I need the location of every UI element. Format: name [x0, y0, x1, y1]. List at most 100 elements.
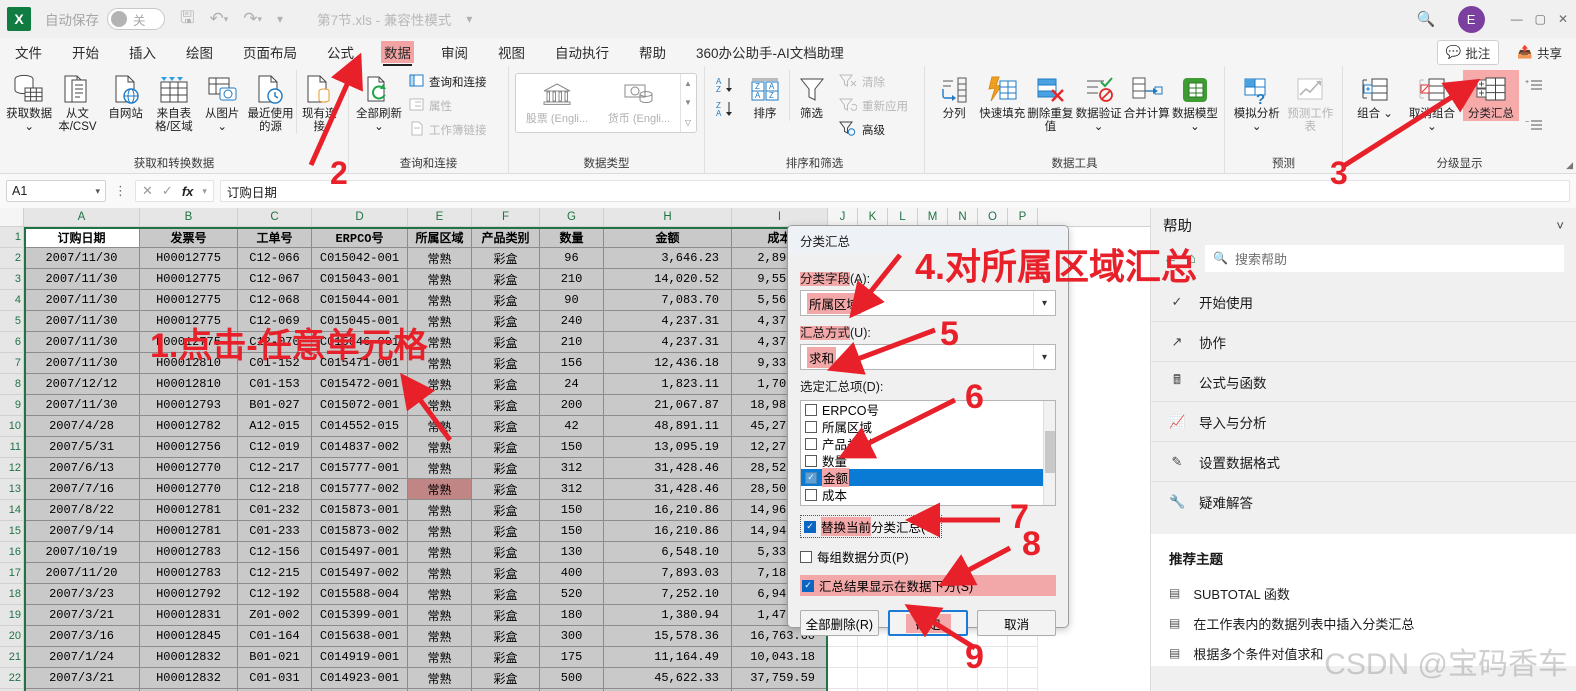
avatar[interactable]: E	[1457, 5, 1485, 33]
cell-D7[interactable]: C015471-001	[312, 353, 408, 374]
get-data-button[interactable]: 获取数据 ⌄	[6, 70, 52, 134]
cell-F17[interactable]: 彩盒	[472, 563, 540, 584]
row-header-1[interactable]: 1	[0, 227, 24, 248]
tab-view[interactable]: 视图	[495, 41, 528, 63]
cell-D21[interactable]: C014919-001	[312, 647, 408, 668]
row-header-6[interactable]: 6	[0, 332, 24, 353]
subtotal-dialog[interactable]: 分类汇总 分类字段(A): 所属区域 ▾ 汇总方式(U): 求和 ▾ 选定汇总项…	[787, 225, 1069, 636]
group-button[interactable]: 组合 ⌄	[1349, 70, 1401, 121]
cell-A19[interactable]: 2007/3/21	[24, 605, 140, 626]
cell-J21[interactable]	[828, 647, 858, 668]
cell-D5[interactable]: C015045-001	[312, 311, 408, 332]
data-validation-button[interactable]: 数据验证 ⌄	[1076, 70, 1122, 134]
cell-H15[interactable]: 16,210.86	[604, 521, 732, 542]
cell-D15[interactable]: C015873-002	[312, 521, 408, 542]
from-web-button[interactable]: 自网站	[103, 70, 149, 121]
cell-M22[interactable]	[918, 668, 948, 689]
cell-I21[interactable]: 10,043.18	[732, 647, 828, 668]
column-header-I[interactable]: I	[732, 208, 828, 226]
cell-B9[interactable]: H00012793	[140, 395, 238, 416]
cell-E5[interactable]: 常熟	[408, 311, 472, 332]
cell-D13[interactable]: C015777-002	[312, 479, 408, 500]
tab-help[interactable]: 帮助	[636, 41, 669, 63]
cell-E7[interactable]: 常熟	[408, 353, 472, 374]
cell-J22[interactable]	[828, 668, 858, 689]
cell-H8[interactable]: 1,823.11	[604, 374, 732, 395]
cell-E15[interactable]: 常熟	[408, 521, 472, 542]
row-header-2[interactable]: 2	[0, 248, 24, 269]
help-item-get-started[interactable]: ✓ 开始使用	[1151, 282, 1576, 322]
cell-D19[interactable]: C015399-001	[312, 605, 408, 626]
cell-A7[interactable]: 2007/11/30	[24, 353, 140, 374]
subtotal-button[interactable]: 分类汇总	[1463, 70, 1519, 121]
cell-A4[interactable]: 2007/11/30	[24, 290, 140, 311]
cell-F22[interactable]: 彩盒	[472, 668, 540, 689]
cell-C10[interactable]: A12-015	[238, 416, 312, 437]
scroll-more-icon[interactable]: ▽	[681, 113, 695, 132]
cell-G8[interactable]: 24	[540, 374, 604, 395]
cell-H2[interactable]: 3,646.23	[604, 248, 732, 269]
tab-data[interactable]: 数据	[381, 41, 414, 66]
cell-B3[interactable]: H00012775	[140, 269, 238, 290]
checkbox[interactable]	[805, 488, 817, 501]
cell-C1[interactable]: 工单号	[238, 227, 312, 248]
column-header-A[interactable]: A	[24, 208, 140, 226]
list-item[interactable]: ERPCO号	[801, 401, 1055, 418]
cell-M21[interactable]	[918, 647, 948, 668]
cell-E16[interactable]: 常熟	[408, 542, 472, 563]
scrollbar-thumb[interactable]	[1045, 431, 1055, 473]
data-model-button[interactable]: 数据模型 ⌄	[1172, 70, 1218, 134]
cell-O21[interactable]	[978, 647, 1008, 668]
cell-C12[interactable]: C12-217	[238, 458, 312, 479]
cell-E12[interactable]: 常熟	[408, 458, 472, 479]
from-text-csv-button[interactable]: 从文本/CSV	[54, 70, 100, 134]
cell-N21[interactable]	[948, 647, 978, 668]
cell-A10[interactable]: 2007/4/28	[24, 416, 140, 437]
cell-E1[interactable]: 所属区域	[408, 227, 472, 248]
list-item[interactable]: 数量	[801, 452, 1055, 469]
flash-fill-button[interactable]: 快速填充	[979, 70, 1025, 121]
cell-B11[interactable]: H00012756	[140, 437, 238, 458]
autosave-toggle[interactable]: 关	[107, 8, 165, 30]
column-header-O[interactable]: O	[978, 208, 1008, 226]
sort-button[interactable]: ZAAZ 排序	[743, 70, 787, 121]
cell-D11[interactable]: C014837-002	[312, 437, 408, 458]
select-all-corner[interactable]	[0, 208, 24, 226]
cell-F4[interactable]: 彩盒	[472, 290, 540, 311]
cell-C4[interactable]: C12-068	[238, 290, 312, 311]
checkbox[interactable]	[805, 403, 817, 416]
cell-D4[interactable]: C015044-001	[312, 290, 408, 311]
cell-L21[interactable]	[888, 647, 918, 668]
row-header-17[interactable]: 17	[0, 563, 24, 584]
cell-H10[interactable]: 48,891.11	[604, 416, 732, 437]
cell-H5[interactable]: 4,237.31	[604, 311, 732, 332]
cell-D20[interactable]: C015638-001	[312, 626, 408, 647]
cell-D1[interactable]: ERPCO号	[312, 227, 408, 248]
redo-icon[interactable]: ↷ ▾	[243, 9, 262, 29]
cell-F8[interactable]: 彩盒	[472, 374, 540, 395]
cell-N22[interactable]	[948, 668, 978, 689]
cell-C22[interactable]: C01-031	[238, 668, 312, 689]
cell-F11[interactable]: 彩盒	[472, 437, 540, 458]
cell-G11[interactable]: 150	[540, 437, 604, 458]
cell-I22[interactable]: 37,759.59	[732, 668, 828, 689]
column-header-E[interactable]: E	[408, 208, 472, 226]
cell-B5[interactable]: H00012775	[140, 311, 238, 332]
cell-G1[interactable]: 数量	[540, 227, 604, 248]
cell-A20[interactable]: 2007/3/16	[24, 626, 140, 647]
cell-H20[interactable]: 15,578.36	[604, 626, 732, 647]
cell-B4[interactable]: H00012775	[140, 290, 238, 311]
cell-F5[interactable]: 彩盒	[472, 311, 540, 332]
checkbox-checked[interactable]: ✓	[804, 520, 816, 533]
name-box[interactable]: A1 ▾	[6, 180, 106, 202]
list-item[interactable]: 成本	[801, 486, 1055, 503]
cell-H22[interactable]: 45,622.33	[604, 668, 732, 689]
summary-below-data-row[interactable]: ✓ 汇总结果显示在数据下方(S)	[800, 575, 1056, 596]
checkbox[interactable]	[805, 437, 817, 450]
row-header-7[interactable]: 7	[0, 353, 24, 374]
row-header-12[interactable]: 12	[0, 458, 24, 479]
cell-F1[interactable]: 产品类别	[472, 227, 540, 248]
help-search-input[interactable]: 🔍 搜索帮助	[1205, 244, 1564, 272]
cell-F6[interactable]: 彩盒	[472, 332, 540, 353]
from-table-range-button[interactable]: 来自表格/区域	[151, 70, 197, 134]
